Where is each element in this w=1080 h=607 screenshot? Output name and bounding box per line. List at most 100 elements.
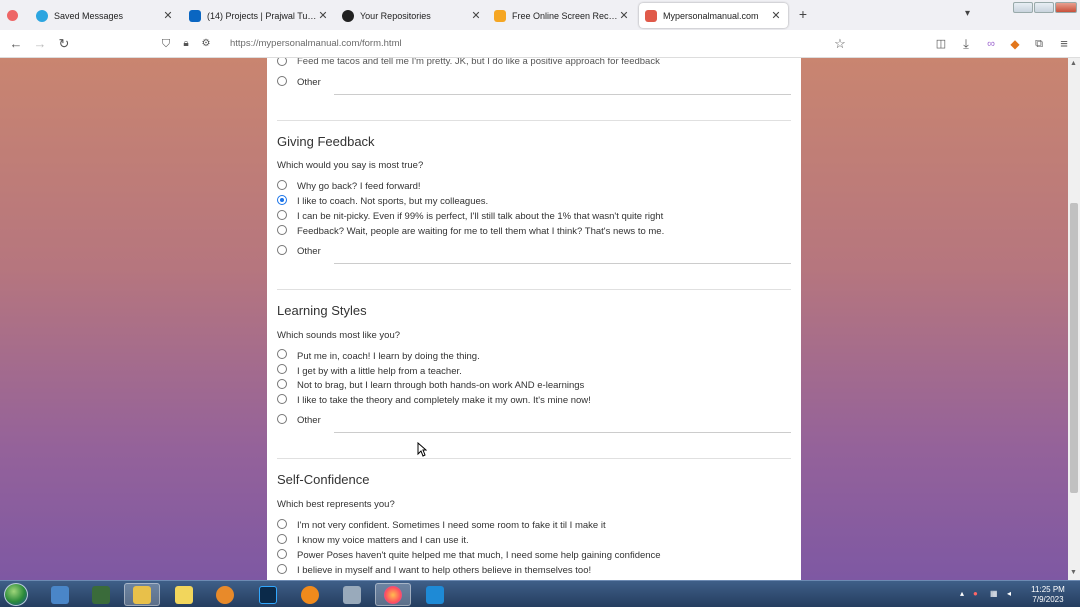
shield-icon[interactable]: ⛉	[158, 36, 174, 52]
section-divider	[277, 289, 791, 290]
browser-nav-bar: ← → ↻ ⛉ 🔒︎ ⚙ https://mypersonalmanual.co…	[0, 30, 1080, 58]
taskbar-notes[interactable]	[166, 583, 202, 606]
volume-icon[interactable]: ◂	[1007, 589, 1011, 598]
close-icon[interactable]: ✕	[317, 9, 329, 22]
option-label: Why go back? I feed forward!	[297, 181, 421, 192]
firefox-icon	[384, 585, 402, 604]
network-icon[interactable]: ▦	[990, 589, 998, 598]
scrollbar-thumb[interactable]	[1070, 203, 1078, 493]
radio-button[interactable]	[277, 414, 287, 424]
scroll-down-icon[interactable]: ▼	[1070, 569, 1077, 576]
clock-date: 7/9/2023	[1032, 595, 1064, 604]
radio-button-selected[interactable]	[277, 195, 287, 205]
reload-icon[interactable]: ↻	[56, 36, 72, 52]
fl-studio-icon	[301, 585, 319, 604]
page-scrollbar[interactable]: ▲ ▼	[1068, 58, 1080, 580]
notes-icon	[175, 585, 193, 604]
radio-button[interactable]	[277, 76, 287, 86]
tray-app-icon[interactable]: ●	[973, 589, 978, 598]
close-icon[interactable]: ✕	[618, 9, 630, 22]
tab-screen-recorder[interactable]: Free Online Screen Recorder & ✕	[488, 3, 636, 28]
tab-saved-messages[interactable]: Saved Messages ✕	[30, 3, 180, 28]
radio-button[interactable]	[277, 245, 287, 255]
radio-button[interactable]	[277, 519, 287, 529]
radio-button[interactable]	[277, 394, 287, 404]
extensions-puzzle-icon[interactable]: ⧉	[1031, 36, 1047, 52]
mouse-cursor-icon	[417, 442, 427, 457]
other-text-input[interactable]	[334, 263, 791, 264]
tab-title: Free Online Screen Recorder &	[512, 10, 618, 21]
question-text: Which would you say is most true?	[277, 160, 424, 171]
system-clock[interactable]: 11:25 PM 7/9/2023	[1020, 585, 1076, 605]
bookmark-star-icon[interactable]: ☆	[832, 36, 848, 52]
taskbar-fl-studio[interactable]	[292, 583, 328, 606]
radio-button[interactable]	[277, 349, 287, 359]
extension-icon[interactable]: ∞	[983, 36, 999, 52]
section-divider	[277, 120, 791, 121]
tab-github[interactable]: Your Repositories ✕	[336, 3, 488, 28]
option-label: I'm not very confident. Sometimes I need…	[297, 520, 606, 531]
option-label: Feedback? Wait, people are waiting for m…	[297, 226, 665, 237]
option-label: I like to take the theory and completely…	[297, 395, 591, 406]
permissions-icon[interactable]: ⚙	[198, 36, 214, 52]
back-icon[interactable]: ←	[8, 36, 24, 52]
minimize-button[interactable]	[1013, 2, 1033, 13]
other-label: Other	[297, 77, 321, 88]
tab-mypersonalmanual[interactable]: Mypersonalmanual.com ✕	[639, 3, 788, 28]
github-icon	[342, 9, 354, 22]
close-icon[interactable]: ✕	[770, 9, 782, 22]
taskbar-firefox[interactable]	[375, 583, 411, 606]
download-icon[interactable]: ⤓	[958, 36, 974, 52]
tray-expand-icon[interactable]: ▴	[960, 589, 964, 598]
tab-title: Your Repositories	[360, 10, 431, 21]
taskbar-file-explorer[interactable]	[124, 583, 160, 606]
taskbar-media-player[interactable]	[207, 583, 243, 606]
tab-title: Mypersonalmanual.com	[663, 10, 759, 21]
browser-tab-bar: Saved Messages ✕ (14) Projects | Prajwal…	[0, 0, 1080, 30]
radio-button[interactable]	[277, 379, 287, 389]
close-icon[interactable]: ✕	[162, 9, 174, 22]
lock-icon[interactable]: 🔒︎	[178, 36, 194, 52]
firefox-menu-icon[interactable]	[7, 10, 18, 21]
radio-button[interactable]	[277, 210, 287, 220]
app-icon	[92, 585, 110, 604]
radio-button[interactable]	[277, 549, 287, 559]
maximize-button[interactable]	[1034, 2, 1054, 13]
chevron-down-icon[interactable]: ▾	[965, 8, 970, 19]
radio-button[interactable]	[277, 534, 287, 544]
forward-icon[interactable]: →	[32, 36, 48, 52]
radio-button[interactable]	[277, 180, 287, 190]
taskbar-app[interactable]	[83, 583, 119, 606]
other-label: Other	[297, 246, 321, 257]
option-label: I like to coach. Not sports, but my coll…	[297, 196, 489, 207]
close-icon[interactable]: ✕	[470, 9, 482, 22]
question-text: Which best represents you?	[277, 499, 395, 510]
radio-button[interactable]	[277, 564, 287, 574]
section-title: Giving Feedback	[277, 134, 375, 149]
pocket-icon[interactable]: ◫	[933, 36, 949, 52]
hamburger-menu-icon[interactable]: ≡	[1056, 36, 1072, 52]
tab-linkedin[interactable]: (14) Projects | Prajwal Tulawe | L ✕	[183, 3, 335, 28]
taskbar-app-tool[interactable]	[334, 583, 370, 606]
start-button[interactable]	[4, 583, 28, 606]
option-label: Feed me tacos and tell me I'm pretty. JK…	[297, 58, 660, 67]
taskbar-vscode[interactable]	[417, 583, 453, 606]
telegram-icon	[36, 9, 48, 22]
radio-button[interactable]	[277, 58, 287, 66]
taskbar-photoshop[interactable]	[250, 583, 286, 606]
tool-icon	[343, 585, 361, 604]
metamask-icon[interactable]: ◆	[1007, 36, 1023, 52]
new-tab-button[interactable]: +	[796, 6, 810, 22]
url-bar[interactable]: https://mypersonalmanual.com/form.html	[230, 38, 402, 49]
radio-button[interactable]	[277, 364, 287, 374]
taskbar-control-panel[interactable]	[42, 583, 78, 606]
section-title: Learning Styles	[277, 303, 367, 318]
other-text-input[interactable]	[334, 94, 791, 95]
other-text-input[interactable]	[334, 432, 791, 433]
option-label: I believe in myself and I want to help o…	[297, 565, 592, 576]
other-label: Other	[297, 415, 321, 426]
radio-button[interactable]	[277, 225, 287, 235]
media-player-icon	[216, 585, 234, 604]
scroll-up-icon[interactable]: ▲	[1070, 60, 1077, 67]
close-window-button[interactable]	[1055, 2, 1077, 13]
